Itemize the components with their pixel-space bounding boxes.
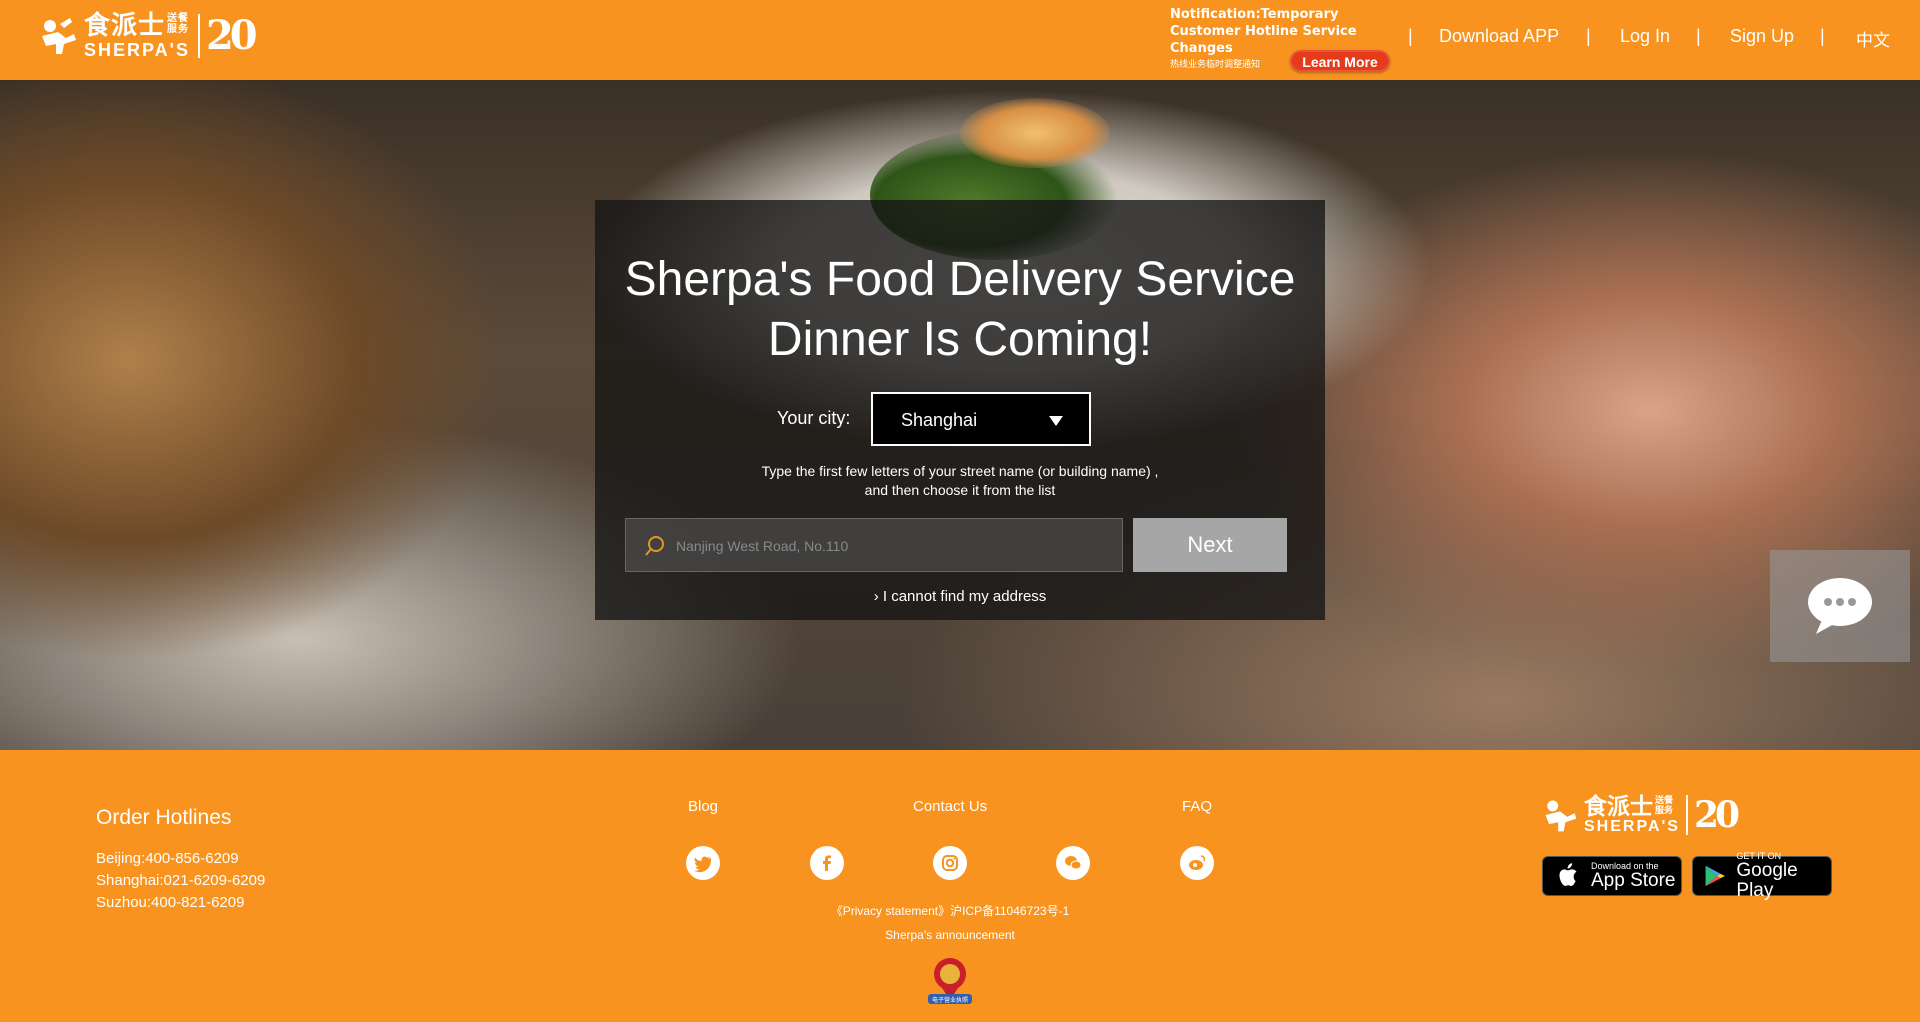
google-play-icon [1705, 865, 1725, 887]
nav-separator: | [1586, 26, 1591, 46]
mascot-icon [42, 17, 76, 54]
hero-banner: Sherpa's Food Delivery Service Dinner Is… [0, 80, 1920, 750]
hero-title: Sherpa's Food Delivery Service Dinner Is… [595, 250, 1325, 370]
weibo-icon[interactable] [1180, 846, 1214, 880]
privacy-statement-link[interactable]: 《Privacy statement》沪ICP备11046723号-1 [0, 902, 1900, 919]
nav-sign-up[interactable]: Sign Up [1730, 26, 1794, 47]
nav-separator: | [1820, 26, 1825, 46]
address-hint: Type the first few letters of your stree… [595, 462, 1325, 500]
brand-cn: 食派士 [84, 10, 166, 41]
instagram-icon[interactable] [933, 846, 967, 880]
address-search-panel: Sherpa's Food Delivery Service Dinner Is… [595, 200, 1325, 620]
address-hint-line1: Type the first few letters of your stree… [761, 463, 1159, 479]
city-label: Your city: [777, 408, 851, 428]
badge-caption: 电子营业执照 [932, 996, 968, 1004]
footer-link-contact-us[interactable]: Contact Us [913, 798, 987, 815]
footer-brand-cn-small: 送餐服务 [1655, 795, 1674, 816]
announcement-link[interactable]: Sherpa's announcement [0, 928, 1900, 942]
footer-link-faq[interactable]: FAQ [1182, 798, 1212, 815]
apple-icon [1559, 863, 1577, 886]
learn-more-button[interactable]: Learn More [1290, 50, 1390, 72]
nav-log-in[interactable]: Log In [1620, 26, 1670, 47]
footer-link-blog[interactable]: Blog [688, 798, 718, 815]
hotlines-title: Order Hotlines [96, 806, 232, 829]
hero-photo-fish [960, 98, 1110, 168]
brand-text: 食派士 送餐服务 SHERPA'S [84, 13, 190, 59]
hero-title-line1: Sherpa's Food Delivery Service [624, 253, 1296, 306]
nav-language-chinese[interactable]: 中文 [1856, 26, 1890, 51]
footer-brand-en: SHERPA'S [1584, 817, 1680, 835]
nav-separator: | [1696, 26, 1701, 46]
footer-logo: 食派士 送餐服务 SHERPA'S 20 [1540, 793, 1740, 836]
chat-widget[interactable] [1770, 550, 1910, 662]
twitter-icon[interactable] [686, 846, 720, 880]
footer-anniversary: 20 [1693, 794, 1740, 836]
brand-en: SHERPA'S [84, 39, 190, 60]
brand-cn-small: 送餐服务 [167, 12, 190, 35]
city-select[interactable]: Shanghai [871, 392, 1091, 446]
mascot-icon [1545, 800, 1577, 832]
footer-logo-divider [1685, 795, 1688, 835]
address-hint-line2: and then choose it from the list [864, 482, 1056, 498]
business-license-badge-icon[interactable]: 电子营业执照 [924, 954, 976, 1006]
wechat-icon[interactable] [1056, 846, 1090, 880]
cannot-find-address-link[interactable]: › I cannot find my address [595, 588, 1325, 605]
next-button[interactable]: Next [1133, 518, 1287, 572]
app-store-button[interactable]: Download on the App Store [1542, 856, 1682, 896]
logo-divider [197, 13, 200, 58]
search-icon [645, 536, 664, 556]
address-input[interactable] [676, 533, 1106, 559]
hero-title-line2: Dinner Is Coming! [767, 313, 1153, 366]
order-hotlines: Order Hotlines Beijing:400-856-6209 Shan… [96, 806, 265, 914]
app-store-big-text: App Store [1591, 870, 1676, 891]
facebook-icon[interactable] [810, 846, 844, 880]
hotline-shanghai: Shanghai:021-6209-6209 [96, 872, 266, 889]
header: 食派士 送餐服务 SHERPA'S 20 Notification:Tempora… [0, 0, 1920, 80]
google-play-big-text: Google Play [1736, 860, 1798, 901]
chat-bubble-icon [1808, 578, 1872, 634]
anniversary-mark: 20 [205, 12, 258, 59]
footer: Order Hotlines Beijing:400-856-6209 Shan… [0, 750, 1920, 1022]
address-input-box[interactable] [625, 518, 1123, 572]
nav-download-app[interactable]: Download APP [1439, 26, 1559, 47]
nav-separator: | [1408, 26, 1413, 46]
caret-down-icon [1049, 416, 1063, 426]
city-select-value: Shanghai [901, 410, 978, 430]
sherpas-logo[interactable]: 食派士 送餐服务 SHERPA'S 20 [36, 12, 258, 59]
google-play-button[interactable]: GET IT ON Google Play [1692, 851, 1832, 901]
footer-brand-cn: 食派士 [1584, 793, 1653, 820]
hotline-beijing: Beijing:400-856-6209 [96, 850, 239, 867]
